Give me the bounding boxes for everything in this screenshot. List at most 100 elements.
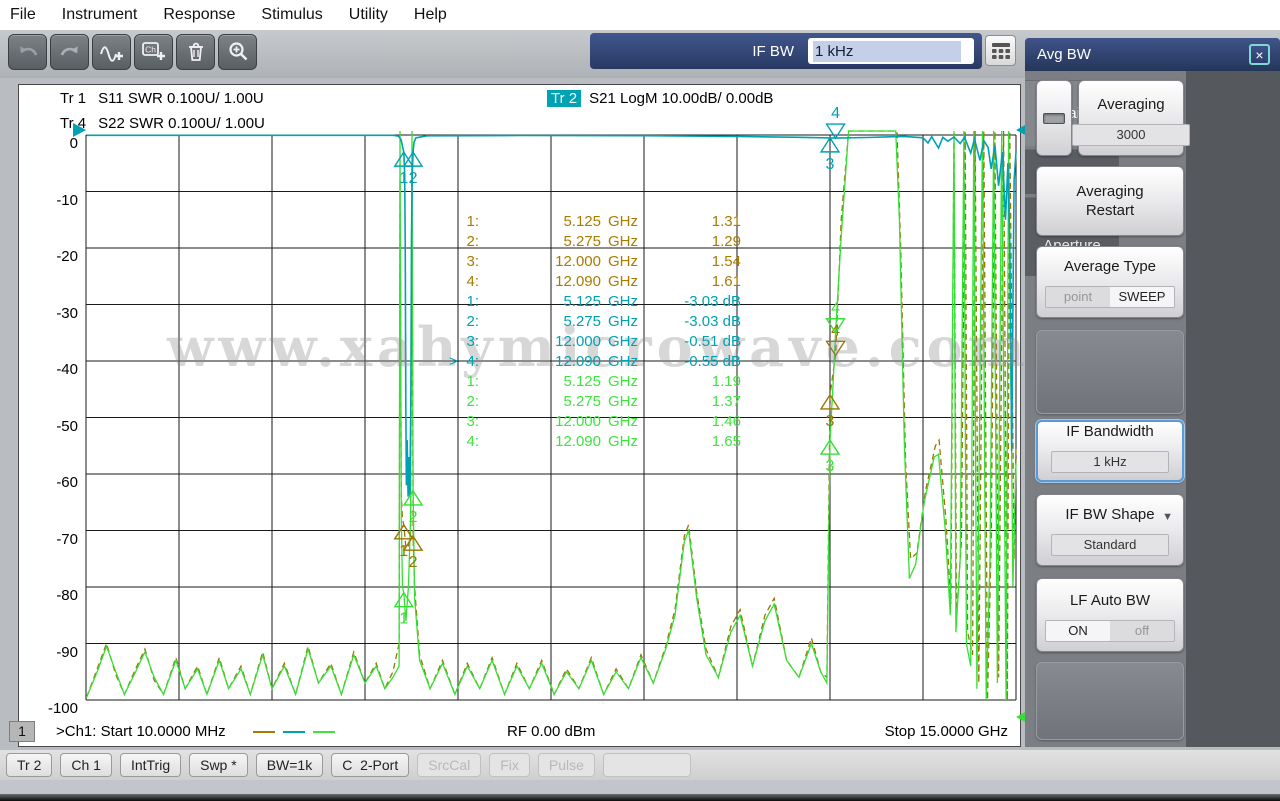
y-tick-label: -30 [32, 306, 78, 322]
legend-trace-1[interactable]: Tr 1 S11 SWR 0.100U/ 1.00U [56, 90, 264, 107]
trace-1-tag: Tr 1 [56, 90, 90, 107]
trace-plus-icon [99, 39, 125, 66]
marker-readout-row: 4:12.090GHz1.61 [419, 273, 749, 293]
menu-file[interactable]: File [10, 6, 36, 24]
zoom-button[interactable] [218, 34, 257, 70]
y-tick-label: -80 [32, 588, 78, 604]
undo-icon [15, 39, 41, 66]
status-pulse[interactable]: Pulse [538, 753, 595, 777]
y-tick-label: -70 [32, 532, 78, 548]
svg-text:1: 1 [399, 170, 408, 187]
y-tick-label: -100 [32, 701, 78, 717]
y-tick-label: -20 [32, 249, 78, 265]
y-tick-label: -50 [32, 419, 78, 435]
menu-utility[interactable]: Utility [349, 6, 388, 24]
lf-auto-bw-off-option[interactable]: off [1110, 621, 1174, 641]
if-bw-shape-value: Standard [1051, 534, 1169, 556]
averaging-restart-button[interactable]: Averaging Restart [1036, 166, 1184, 236]
trace-2-format: S21 LogM 10.00dB/ 0.00dB [589, 90, 773, 107]
marker-readout-row: 1:5.125GHz-3.03 dB [419, 293, 749, 313]
marker-readout-row: >4:12.090GHz-0.55 dB [419, 353, 749, 373]
legend-trace-4[interactable]: Tr 4S22 SWR 0.100U/ 1.00U [56, 115, 265, 132]
add-trace-button[interactable] [92, 34, 131, 70]
svg-text:Ch: Ch [145, 44, 156, 54]
y-tick-label: -40 [32, 362, 78, 378]
marker-readout-row: 2:5.275GHz1.37 [419, 393, 749, 413]
stimulus-footer: >Ch1: Start 10.0000 MHz RF 0.00 dBm Stop… [19, 723, 1022, 745]
blank-button [1036, 330, 1184, 414]
menu-response[interactable]: Response [163, 6, 235, 24]
start-frequency-label: >Ch1: Start 10.0000 MHz [56, 723, 226, 740]
lf-auto-bw-segmented: ON off [1045, 620, 1175, 642]
keypad-button[interactable] [985, 35, 1016, 66]
lf-auto-bw-button[interactable]: LF Auto BW ON off [1036, 578, 1184, 652]
delete-button[interactable] [176, 34, 215, 70]
status-fix[interactable]: Fix [489, 753, 530, 777]
averaging-button[interactable]: Averaging 3000 [1078, 80, 1184, 156]
status-ch-1[interactable]: Ch 1 [60, 753, 112, 777]
close-icon[interactable]: × [1249, 44, 1270, 65]
status-tr-2[interactable]: Tr 2 [6, 753, 52, 777]
toolbar-buttons: Ch [8, 34, 257, 70]
averaging-led-icon [1043, 113, 1065, 124]
if-bw-bar: IF BW 1 kHz [590, 33, 982, 69]
undo-button[interactable] [8, 34, 47, 70]
status-c-2-port[interactable]: C 2-Port [331, 753, 409, 777]
menu-bar: File Instrument Response Stimulus Utility Hel… [0, 0, 1280, 30]
status-bw-1k[interactable]: BW=1k [256, 753, 324, 777]
status-inttrig[interactable]: IntTrig [120, 753, 181, 777]
keypad-icon [991, 42, 1011, 60]
svg-text:2: 2 [409, 509, 418, 526]
average-type-sweep-option[interactable]: SWEEP [1110, 287, 1174, 307]
vna-application-window: File Instrument Response Stimulus Utility Hel… [0, 0, 1280, 801]
averaging-toggle-button[interactable] [1036, 80, 1072, 156]
panel-body: Main Smoothing Delay Aperture Averaging … [1025, 71, 1280, 747]
if-bandwidth-button[interactable]: IF Bandwidth 1 kHz [1036, 420, 1184, 482]
menu-help[interactable]: Help [414, 6, 447, 24]
y-tick-label: -90 [32, 645, 78, 661]
svg-text:2: 2 [409, 554, 418, 571]
average-type-button[interactable]: Average Type point SWEEP [1036, 246, 1184, 318]
redo-button[interactable] [50, 34, 89, 70]
trace-color-dashes [253, 731, 335, 733]
menu-stimulus[interactable]: Stimulus [261, 6, 322, 24]
y-tick-label: -10 [32, 193, 78, 209]
if-bandwidth-value: 1 kHz [1051, 451, 1169, 473]
legend-trace-2[interactable]: Tr 2 S21 LogM 10.00dB/ 0.00dB [547, 90, 773, 107]
add-channel-button[interactable]: Ch [134, 34, 173, 70]
panel-title-bar: Avg BW × [1025, 38, 1280, 71]
status-bar: Tr 2 Ch 1 IntTrig Swp * BW=1k C 2-Port SrcCal F… [0, 750, 1280, 780]
panel-title: Avg BW [1037, 46, 1091, 63]
marker-readout-row: 1:5.125GHz1.31 [419, 213, 749, 233]
trace-dash-icon [253, 731, 275, 733]
marker-readout-row: 3:12.000GHz1.46 [419, 413, 749, 433]
active-marker-arrow: > [449, 353, 458, 370]
marker-readout-row: 3:12.000GHz-0.51 dB [419, 333, 749, 353]
status-srccal[interactable]: SrcCal [417, 753, 481, 777]
stop-frequency-label: Stop 15.0000 GHz [885, 723, 1008, 740]
marker-readout-row: 3:12.000GHz1.54 [419, 253, 749, 273]
svg-text:3: 3 [826, 156, 835, 173]
redo-icon [57, 39, 83, 66]
if-bw-value: 1 kHz [813, 41, 961, 62]
svg-text:3: 3 [826, 458, 835, 475]
svg-text:4: 4 [831, 105, 840, 122]
svg-text:3: 3 [826, 413, 835, 430]
average-type-point-option[interactable]: point [1046, 287, 1110, 307]
if-bw-shape-button[interactable]: IF BW Shape ▼ Standard [1036, 494, 1184, 566]
trace-2-tag: Tr 2 [547, 90, 581, 107]
trace-1-format: S11 SWR 0.100U/ 1.00U [98, 90, 264, 107]
status-empty[interactable] [603, 753, 691, 777]
svg-text:2: 2 [409, 170, 418, 187]
trace-dash-icon [283, 731, 305, 733]
chevron-down-icon: ▼ [1162, 511, 1173, 523]
blank-button [1036, 662, 1184, 740]
trace-dash-icon [313, 731, 335, 733]
marker-readout-row: 1:5.125GHz1.19 [419, 373, 749, 393]
trash-icon [183, 39, 209, 66]
status-swp-[interactable]: Swp * [189, 753, 248, 777]
menu-instrument[interactable]: Instrument [62, 6, 138, 24]
avg-bw-panel: Avg BW × Main Smoothing Delay Aperture A… [1025, 38, 1280, 747]
lf-auto-bw-on-option[interactable]: ON [1046, 621, 1110, 641]
if-bw-input[interactable]: 1 kHz [808, 38, 974, 64]
